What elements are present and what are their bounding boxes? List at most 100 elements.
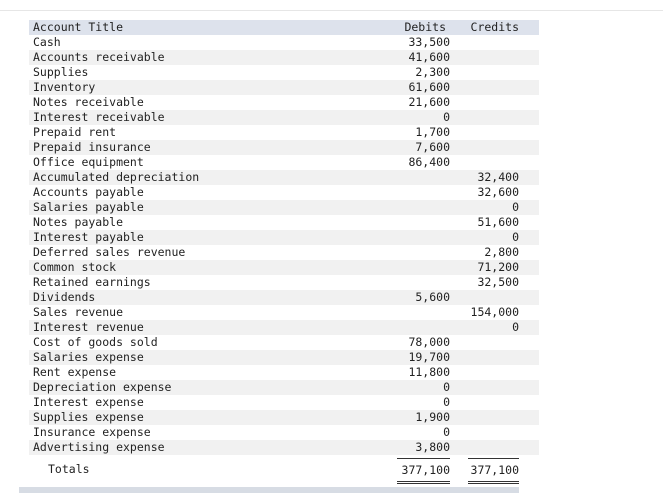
table-row: Interest expense 0 xyxy=(29,395,539,410)
account-title-cell: Prepaid insurance xyxy=(33,140,151,154)
credit-cell: 0 xyxy=(512,200,519,214)
credit-cell: 51,600 xyxy=(477,215,519,229)
table-row: Accounts payable 32,600 xyxy=(29,185,539,200)
account-title-cell: Accumulated depreciation xyxy=(33,170,200,184)
debit-cell: 5,600 xyxy=(415,290,450,304)
debit-cell xyxy=(397,215,450,230)
account-title-cell: Prepaid rent xyxy=(33,125,117,139)
debit-cell: 0 xyxy=(443,425,450,439)
account-title-cell: Cost of goods sold xyxy=(33,335,158,349)
table-row: Prepaid rent 1,700 xyxy=(29,125,539,140)
table-row: Office equipment 86,400 xyxy=(29,155,539,170)
account-title-cell: Interest revenue xyxy=(33,320,144,334)
table-row: Rent expense 11,800 xyxy=(29,365,539,380)
table-row: Deferred sales revenue 2,800 xyxy=(29,245,539,260)
credit-cell xyxy=(463,140,519,155)
account-title-cell: Supplies xyxy=(33,65,89,79)
debit-cell xyxy=(397,305,450,320)
account-title-cell: Supplies expense xyxy=(33,410,144,424)
debit-cell: 61,600 xyxy=(408,80,450,94)
credit-cell: 32,500 xyxy=(477,275,519,289)
debit-cell xyxy=(397,275,450,290)
account-title-cell: Deferred sales revenue xyxy=(33,245,186,259)
credit-cell: 0 xyxy=(512,230,519,244)
debit-cell xyxy=(397,200,450,215)
account-title-cell: Salaries expense xyxy=(33,350,144,364)
credit-cell xyxy=(463,35,519,50)
debit-cell: 19,700 xyxy=(408,350,450,364)
table-row: Notes receivable 21,600 xyxy=(29,95,539,110)
trial-balance-table: Account Title Debits Credits Cash 33,500 A… xyxy=(29,20,539,455)
credits-header: Credits xyxy=(470,20,519,34)
credit-cell xyxy=(463,440,519,455)
account-title-cell: Notes receivable xyxy=(33,95,144,109)
debit-cell: 0 xyxy=(443,395,450,409)
credit-cell xyxy=(463,335,519,350)
table-row: Interest receivable 0 xyxy=(29,110,539,125)
table-row: Interest payable 0 xyxy=(29,230,539,245)
account-title-cell: Rent expense xyxy=(33,365,117,379)
debit-cell xyxy=(397,230,450,245)
table-row: Depreciation expense 0 xyxy=(29,380,539,395)
table-row: Prepaid insurance 7,600 xyxy=(29,140,539,155)
credit-cell: 71,200 xyxy=(477,260,519,274)
debit-cell: 33,500 xyxy=(408,35,450,49)
credit-cell: 0 xyxy=(512,320,519,334)
debit-cell: 1,700 xyxy=(415,125,450,139)
credit-cell xyxy=(463,365,519,380)
credit-cell xyxy=(463,95,519,110)
debit-cell xyxy=(397,260,450,275)
debit-cell xyxy=(397,245,450,260)
credit-cell xyxy=(463,110,519,125)
debit-cell: 11,800 xyxy=(408,365,450,379)
debit-cell xyxy=(397,170,450,185)
account-title-cell: Retained earnings xyxy=(33,275,151,289)
table-row: Interest revenue 0 xyxy=(29,320,539,335)
credit-cell xyxy=(463,65,519,80)
credit-cell xyxy=(463,410,519,425)
debit-cell: 86,400 xyxy=(408,155,450,169)
credit-cell: 32,400 xyxy=(477,170,519,184)
credit-cell xyxy=(463,80,519,95)
top-divider xyxy=(0,10,663,11)
totals-label: Totals xyxy=(48,462,90,476)
credit-cell xyxy=(463,290,519,305)
credit-cell: 32,600 xyxy=(477,185,519,199)
table-row: Inventory 61,600 xyxy=(29,80,539,95)
totals-row: Totals 377,100 377,100 xyxy=(29,456,539,484)
debit-cell xyxy=(397,320,450,335)
table-row: Retained earnings 32,500 xyxy=(29,275,539,290)
table-row: Supplies 2,300 xyxy=(29,65,539,80)
debit-cell xyxy=(397,185,450,200)
account-title-cell: Interest expense xyxy=(33,395,144,409)
account-title-cell: Cash xyxy=(33,35,61,49)
debit-cell: 3,800 xyxy=(415,440,450,454)
debit-cell: 0 xyxy=(443,110,450,124)
table-row: Salaries expense 19,700 xyxy=(29,350,539,365)
account-title-cell: Accounts receivable xyxy=(33,50,165,64)
debit-cell: 0 xyxy=(443,380,450,394)
account-title-cell: Insurance expense xyxy=(33,425,151,439)
table-header-row: Account Title Debits Credits xyxy=(29,20,539,35)
account-title-cell: Depreciation expense xyxy=(33,380,172,394)
credit-cell xyxy=(463,425,519,440)
credit-cell xyxy=(463,350,519,365)
table-row: Sales revenue 154,000 xyxy=(29,305,539,320)
debit-cell: 21,600 xyxy=(408,95,450,109)
table-row: Supplies expense 1,900 xyxy=(29,410,539,425)
credit-cell xyxy=(463,155,519,170)
debit-cell: 2,300 xyxy=(415,65,450,79)
bottom-scroll-bar xyxy=(19,487,519,493)
account-title-cell: Sales revenue xyxy=(33,305,124,319)
credit-cell xyxy=(463,125,519,140)
credit-cell: 2,800 xyxy=(484,245,519,259)
debit-cell: 1,900 xyxy=(415,410,450,424)
debit-cell: 7,600 xyxy=(415,140,450,154)
account-title-cell: Dividends xyxy=(33,290,96,304)
debit-cell: 78,000 xyxy=(408,335,450,349)
table-row: Common stock 71,200 xyxy=(29,260,539,275)
table-row: Cash 33,500 xyxy=(29,35,539,50)
debits-header: Debits xyxy=(404,20,446,34)
table-row: Accounts receivable 41,600 xyxy=(29,50,539,65)
account-title-cell: Common stock xyxy=(33,260,117,274)
